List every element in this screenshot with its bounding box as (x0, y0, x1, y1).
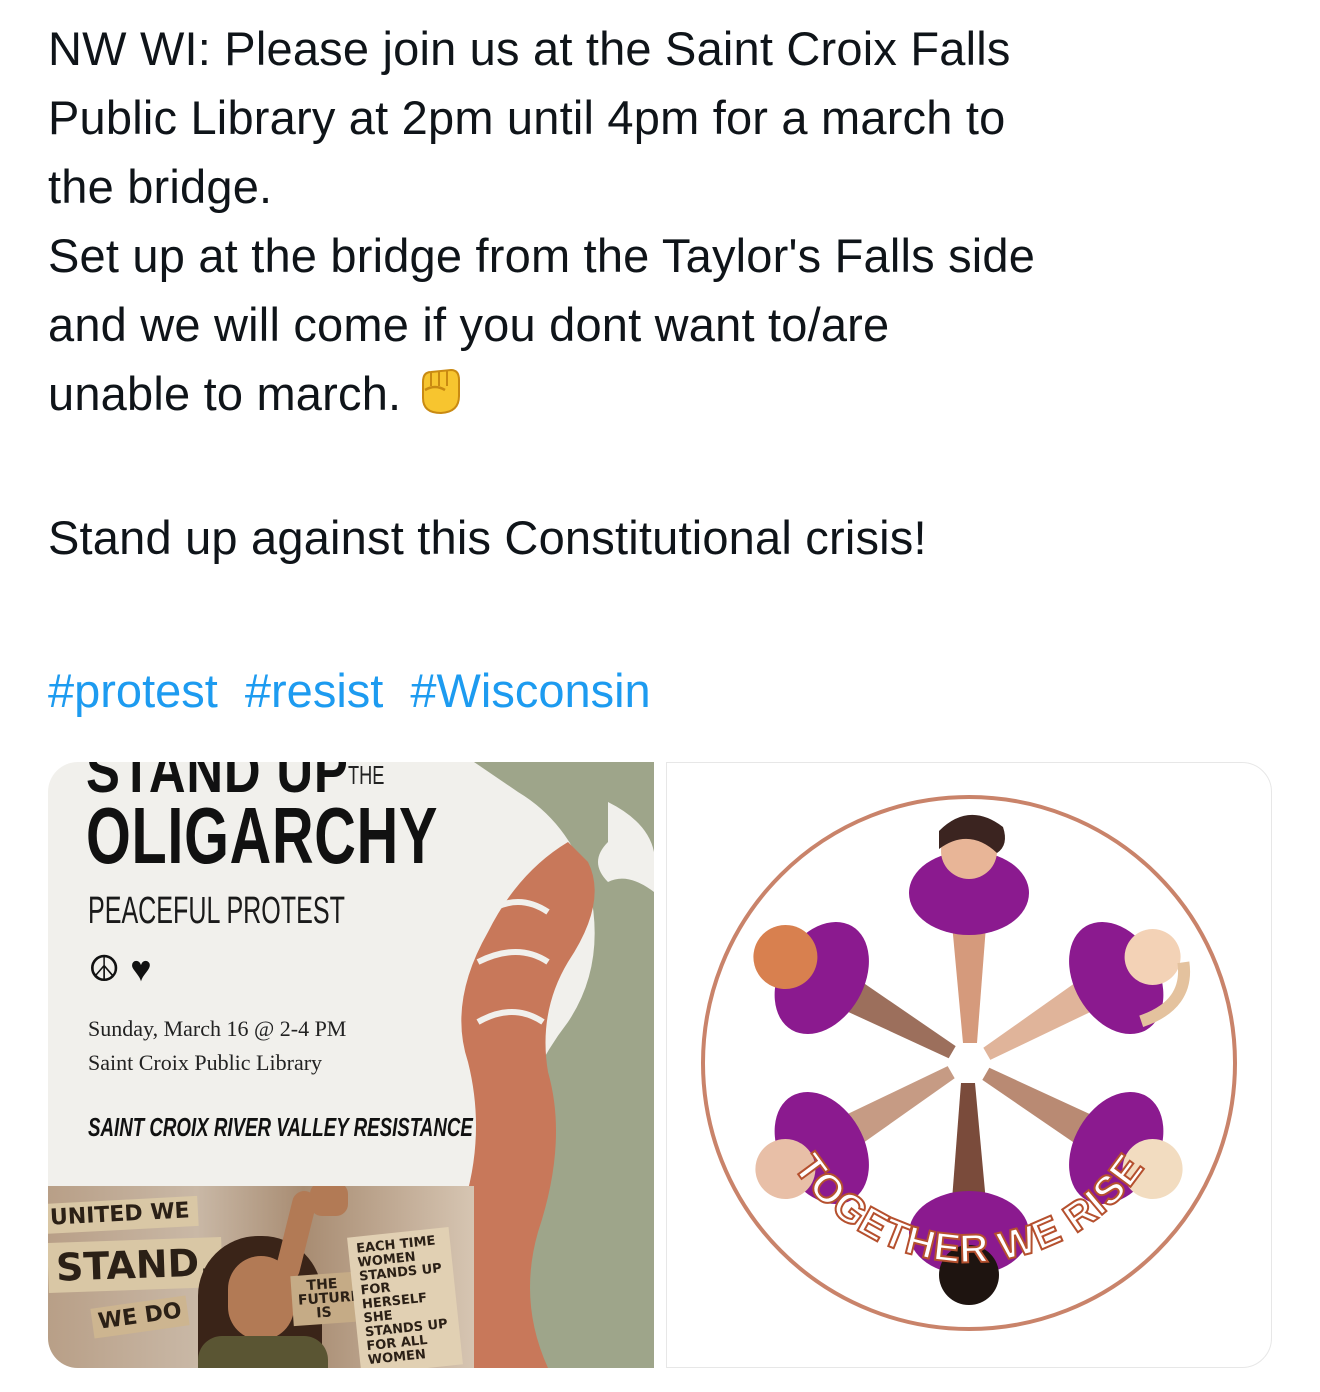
post-line: and we will come if you dont want to/are (48, 298, 890, 351)
poster-date: Sunday, March 16 @ 2-4 PM (88, 1016, 347, 1041)
raised-fist-icon (415, 362, 465, 434)
poster-organizer: SAINT CROIX RIVER VALLEY RESISTANCE (88, 1112, 473, 1142)
poster-subtitle: PEACEFUL PROTEST (88, 890, 345, 932)
post-text: NW WI: Please join us at the Saint Croix… (48, 14, 1288, 572)
poster-headline-the: THE (348, 762, 385, 790)
poster-headline: OLIGARCHY (86, 791, 439, 880)
post-line: the bridge. (48, 160, 273, 213)
poster-details: Sunday, March 16 @ 2-4 PM Saint Croix Pu… (88, 1012, 346, 1080)
hashtag-row: #protest #resist #Wisconsin (48, 656, 665, 725)
protest-poster-image[interactable]: STAND UP THE OLIGARCHY PEACEFUL PROTEST … (48, 762, 654, 1368)
protest-sign: WE DO (90, 1295, 190, 1339)
raised-fist (310, 1186, 348, 1216)
together-we-rise-logo: TOGETHER WE RISE (701, 795, 1237, 1331)
protest-sign: EACH TIME WOMEN STANDS UP FOR HERSELF SH… (347, 1227, 463, 1368)
post-line: unable to march. (48, 367, 402, 420)
hashtag-link[interactable]: #Wisconsin (410, 664, 650, 717)
together-we-rise-image[interactable]: TOGETHER WE RISE (666, 762, 1272, 1368)
protest-sign: STAND. (48, 1236, 223, 1294)
hashtag-link[interactable]: #protest (48, 664, 218, 717)
protest-sign: THE FUTURE IS (290, 1271, 361, 1327)
hashtag-link[interactable]: #resist (245, 664, 383, 717)
protest-sign: UNITED WE (48, 1195, 199, 1235)
peace-heart-icons: ☮ ♥ (88, 948, 152, 989)
poster-location: Saint Croix Public Library (88, 1050, 323, 1075)
post-line: NW WI: Please join us at the Saint Croix… (48, 22, 1011, 75)
protest-photo: UNITED WE STAND. WE DO THE FUTURE IS EAC… (48, 1186, 474, 1368)
call-to-action: Stand up against this Constitutional cri… (48, 511, 927, 564)
post-line: Set up at the bridge from the Taylor's F… (48, 229, 1036, 282)
post-line: Public Library at 2pm until 4pm for a ma… (48, 91, 1006, 144)
protester-body (198, 1336, 328, 1368)
post-line-with-emoji: unable to march. (48, 359, 1288, 434)
